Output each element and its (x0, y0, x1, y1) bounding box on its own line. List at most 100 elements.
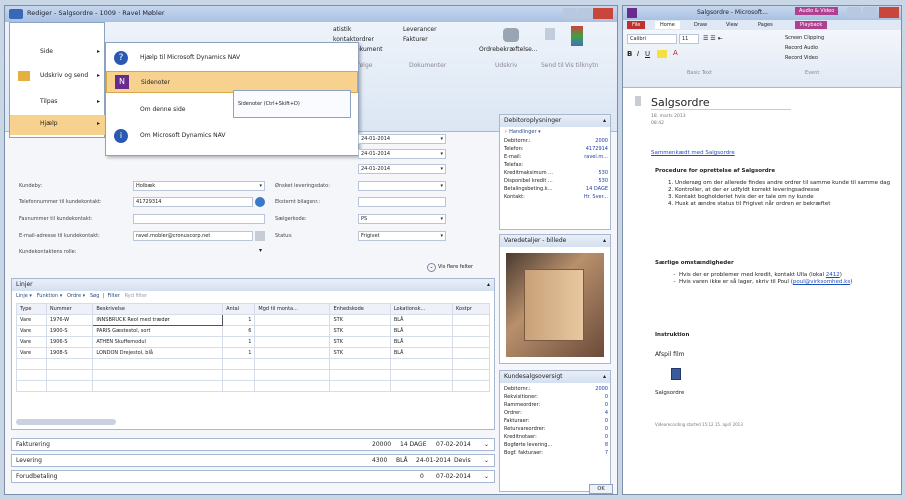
lev-dato-field[interactable]: ▾ (358, 181, 446, 191)
ribbon-ordrebekraeftelse[interactable]: Ordrebekræftelse... (479, 46, 538, 53)
telefon-field[interactable]: 41729314 (133, 197, 253, 207)
menu-item-hjaelp[interactable]: Hjælp ▸ (10, 115, 106, 135)
ribbon-statistik[interactable]: atistik (333, 26, 351, 33)
kundeby-field[interactable]: Holbæk ▾ (133, 181, 265, 191)
col-mgd[interactable]: Mgd til monta... (254, 303, 331, 315)
phone-icon[interactable] (255, 197, 265, 207)
cell-beskrivelse[interactable]: INNSBRUCK Reol med trædør (92, 314, 224, 326)
list-icon[interactable]: ☰ ☰ ⇤ (703, 35, 723, 42)
page-title[interactable]: Salgsordre (651, 96, 791, 110)
collapse-icon[interactable]: ▴ (603, 117, 606, 124)
dropdown-icon[interactable]: ▾ (440, 233, 443, 239)
close-icon[interactable] (593, 8, 613, 19)
highlight-icon[interactable] (657, 50, 667, 58)
status-field[interactable]: Frigivet ▾ (358, 231, 446, 241)
page-tab-icon[interactable] (635, 96, 641, 106)
chevron-down-icon[interactable]: ⌄ (484, 441, 489, 448)
close-icon[interactable] (879, 7, 899, 18)
table-row[interactable]: Vare 1976-W INNSBRUCK Reol med trædør 1 STK B… (16, 314, 491, 326)
dropdown-icon[interactable]: ▾ (440, 166, 443, 172)
col-beskrivelse[interactable]: Beskrivelse (92, 303, 224, 315)
maximize-icon[interactable] (578, 8, 592, 19)
table-row[interactable] (16, 369, 491, 381)
screen-clipping-button[interactable]: Screen Clipping (785, 35, 824, 41)
dropdown-icon[interactable]: ▾ (259, 183, 262, 189)
tab-home[interactable]: Home (655, 21, 680, 29)
collapse-icon[interactable]: ▴ (603, 373, 606, 380)
submenu-help-nav[interactable]: ? Hjælp til Microsoft Dynamics NAV (106, 47, 358, 69)
tab-view[interactable]: View (721, 21, 743, 29)
send-icon[interactable] (545, 28, 555, 40)
toolbar-linje[interactable]: Linje (16, 293, 28, 299)
horizontal-scrollbar[interactable] (16, 419, 116, 425)
tab-pages[interactable]: Pages (753, 21, 778, 29)
printer-icon[interactable] (503, 28, 519, 42)
minimize-icon[interactable] (847, 7, 861, 18)
chevron-down-icon[interactable]: ⌄ (484, 473, 489, 480)
italic-icon[interactable]: I (637, 50, 639, 58)
table-row[interactable]: Vare 1908-S LONDON Drejestol, blå 1 STK BLÅ (16, 347, 491, 359)
vis-flere-link[interactable]: Vis flere felter (438, 264, 473, 270)
toolbar-filter[interactable]: Filter (107, 293, 119, 299)
col-lokation[interactable]: Lokationsk... (389, 303, 453, 315)
toolbar-sog[interactable]: Søg (90, 293, 99, 299)
dropdown-icon[interactable]: ▾ (440, 151, 443, 157)
col-type[interactable]: Type (16, 303, 47, 315)
submenu-om-nav[interactable]: i Om Microsoft Dynamics NAV (106, 125, 358, 147)
chevron-down-icon[interactable]: ⌄ (484, 457, 489, 464)
font-size-field[interactable]: 11 (679, 34, 699, 44)
email-link[interactable]: poul@virksomhed.ks (793, 279, 850, 285)
dropdown-icon[interactable]: ▾ (440, 216, 443, 222)
menu-item-tilpas[interactable]: Tilpas ▸ (10, 93, 106, 113)
dropdown-icon[interactable]: ▾ (440, 136, 443, 142)
fasttab-fakturering[interactable]: Fakturering 20000 14 DAGE 07-02-2014 ⌄ (11, 438, 495, 451)
mail-icon[interactable] (255, 231, 265, 241)
fax-field[interactable] (133, 214, 265, 224)
table-row[interactable] (16, 358, 491, 370)
record-audio-button[interactable]: Record Audio (785, 45, 818, 51)
ribbon-leverancer[interactable]: Leverancer (403, 26, 437, 33)
table-row[interactable] (16, 380, 491, 392)
ribbon-fakturaer[interactable]: Fakturer (403, 36, 428, 43)
email-field[interactable]: ravel.mobler@cronuscorp.net (133, 231, 253, 241)
record-video-button[interactable]: Record Video (785, 55, 818, 61)
toolbar-funktion[interactable]: Funktion (37, 293, 58, 299)
onenote-app-icon[interactable] (627, 8, 637, 18)
ribbon-send-til[interactable]: Send til (541, 62, 564, 69)
font-name-field[interactable]: Calibri (627, 34, 677, 44)
handlinger-menu[interactable]: ⚡ Handlinger ▾ (500, 127, 610, 137)
toolbar-ryd-filter[interactable]: Ryd filter (125, 293, 148, 299)
col-antal[interactable]: Antal (222, 303, 256, 315)
maximize-icon[interactable] (863, 7, 877, 18)
col-enhedskode[interactable]: Enhedskode (329, 303, 391, 315)
menu-item-udskriv[interactable]: Udskriv og send ▸ (10, 67, 106, 87)
ribbon-vis-tilknyt[interactable]: Vis tilknytn (565, 62, 598, 69)
video-file-icon[interactable] (671, 368, 681, 380)
links-icon[interactable] (571, 26, 583, 46)
phone-link[interactable]: 2412 (826, 272, 840, 278)
menu-item-side[interactable]: Side ▸ (10, 43, 106, 63)
ekstern-field[interactable] (358, 197, 446, 207)
minimize-icon[interactable] (563, 8, 577, 19)
date-field-1[interactable]: 24-01-2014 ▾ (358, 134, 446, 144)
tab-playback[interactable]: Playback (795, 21, 828, 29)
underline-icon[interactable]: U (645, 50, 650, 58)
fasttab-forudbetaling[interactable]: Forudbetaling 0 07-02-2014 ⌄ (11, 470, 495, 483)
bold-icon[interactable]: B (627, 50, 632, 58)
attachment-name[interactable]: Salgsordre (655, 390, 684, 396)
app-icon[interactable] (9, 9, 23, 19)
collapse-icon[interactable]: ▴ (603, 237, 606, 244)
table-row[interactable]: Vare 1900-S PARIS Gæstestol, sort 6 STK BLÅ (16, 325, 491, 337)
chevron-down-icon[interactable]: ⌄ (427, 263, 436, 272)
font-color-icon[interactable]: A (673, 49, 678, 57)
ok-button[interactable]: OK (589, 484, 613, 494)
date-field-3[interactable]: 24-01-2014 ▾ (358, 164, 446, 174)
col-kostpr[interactable]: Kostpr (451, 303, 491, 315)
col-nummer[interactable]: Nummer (45, 303, 94, 315)
tab-file[interactable]: File (627, 21, 646, 29)
table-row[interactable]: Vare 1906-S ATHEN Skuffemodul 1 STK BLÅ (16, 336, 491, 348)
fasttab-levering[interactable]: Levering 4300 BLÅ 24-01-2014 Devis ⌄ (11, 454, 495, 467)
linked-note-link[interactable]: Sammenkædt med Salgsordre (651, 150, 735, 156)
saelger-field[interactable]: PS ▾ (358, 214, 446, 224)
tab-draw[interactable]: Draw (689, 21, 712, 29)
